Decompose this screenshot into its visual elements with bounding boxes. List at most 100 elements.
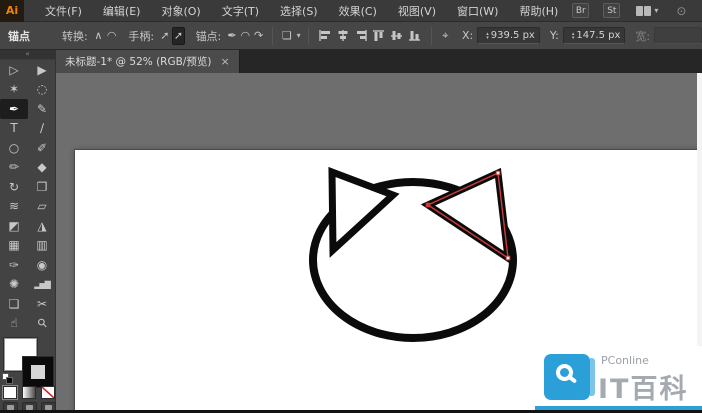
- stepper-icon[interactable]: ▴▾: [572, 32, 575, 40]
- document-tab[interactable]: 未标题-1* @ 52% (RGB/预览) ×: [56, 50, 240, 73]
- document-setup-icon[interactable]: ❏: [281, 27, 292, 45]
- menu-item-8[interactable]: 帮助(H): [519, 3, 558, 19]
- menu-item-0[interactable]: 文件(F): [45, 3, 82, 19]
- menu-item-1[interactable]: 编辑(E): [103, 3, 141, 19]
- workspace-switcher-icon[interactable]: ⊙: [676, 4, 686, 18]
- chevron-down-icon[interactable]: ▾: [654, 6, 658, 15]
- menu-item-2[interactable]: 对象(O): [161, 3, 200, 19]
- anchors-label: 锚点:: [196, 28, 222, 44]
- pencil-tool[interactable]: ✏: [0, 158, 28, 178]
- close-icon[interactable]: ×: [220, 55, 229, 68]
- document-tab-bar: 未标题-1* @ 52% (RGB/预览) ×: [0, 50, 702, 73]
- stroke-color-swatch[interactable]: [23, 357, 53, 387]
- anchor-point-selected[interactable]: [426, 203, 430, 207]
- menu-item-3[interactable]: 文字(T): [222, 3, 259, 19]
- blend-tool[interactable]: ◉: [28, 255, 56, 275]
- lasso-tool[interactable]: ◌: [28, 80, 56, 100]
- align-vertical-bottom-icon[interactable]: [408, 29, 422, 42]
- tools-panel-header[interactable]: «: [0, 50, 55, 60]
- tools-grid: ▷▶✶◌✒ ✎ T ∕ ○ ✐ ✏ ◆ ↻ ❐ ≋ ▱ ◩ ◮ ▦▥✑◉✺ ▂▅▇ ❏ ✂ ☝ ⚲: [0, 60, 55, 333]
- selection-tool[interactable]: ▷: [0, 60, 28, 80]
- gradient-tool[interactable]: ▥: [28, 236, 56, 256]
- cut-path-icon[interactable]: ◠: [240, 27, 251, 45]
- pencil-tool-icon: ✏: [9, 160, 19, 174]
- eyedropper-tool[interactable]: ✑: [0, 255, 28, 275]
- type-tool-icon: T: [10, 121, 17, 135]
- illustrator-window: Ai 文件(F)编辑(E)对象(O)文字(T)选择(S)效果(C)视图(V)窗口…: [0, 0, 702, 413]
- menu-item-7[interactable]: 窗口(W): [457, 3, 498, 19]
- free-transform-tool-icon: ▱: [37, 199, 46, 213]
- context-title: 锚点: [8, 28, 30, 44]
- control-bar: 锚点 转换: ∧ ◠ 手柄: ➚ ➚ 锚点: ✒ ◠ ↷ ❏ ▾ ⌖ X:: [0, 22, 702, 50]
- menu-item-5[interactable]: 效果(C): [339, 3, 377, 19]
- shape-builder-tool-icon: ◩: [8, 219, 19, 233]
- zoom-tool[interactable]: ⚲: [28, 314, 56, 334]
- convert-smooth-icon[interactable]: ◠: [106, 27, 117, 45]
- y-label: Y:: [550, 29, 559, 42]
- x-input[interactable]: ▴▾ 939.5 px: [477, 27, 540, 44]
- direct-selection-tool[interactable]: ▶: [28, 60, 56, 80]
- gradient-button[interactable]: [22, 386, 36, 399]
- pen-tool[interactable]: ✒: [0, 99, 28, 119]
- stepper-icon[interactable]: ▴▾: [486, 32, 489, 40]
- width-tool[interactable]: ≋: [0, 197, 28, 217]
- reference-point-icon[interactable]: ⌖: [440, 27, 451, 45]
- arrange-documents-icon[interactable]: [636, 6, 651, 16]
- scale-tool-icon: ❐: [37, 180, 48, 194]
- align-horizontal-center-icon[interactable]: [336, 29, 350, 42]
- hide-handles-icon[interactable]: ➚: [172, 27, 184, 45]
- style-button[interactable]: St: [603, 3, 620, 18]
- paintbrush-tool[interactable]: ✐: [28, 138, 56, 158]
- symbol-sprayer-tool[interactable]: ✺: [0, 275, 28, 295]
- align-vertical-center-icon[interactable]: [390, 29, 404, 42]
- paintbrush-tool-icon: ✐: [37, 141, 47, 155]
- magic-wand-tool[interactable]: ✶: [0, 80, 28, 100]
- perspective-grid-tool-icon: ◮: [37, 219, 46, 233]
- curvature-tool-icon: ✎: [37, 102, 47, 116]
- hand-tool[interactable]: ☝: [0, 314, 28, 334]
- slice-tool-icon: ✂: [37, 297, 47, 311]
- perspective-grid-tool[interactable]: ◮: [28, 216, 56, 236]
- shape-builder-tool[interactable]: ◩: [0, 216, 28, 236]
- anchor-point[interactable]: [506, 256, 510, 260]
- column-graph-tool-icon: ▂▅▇: [34, 280, 49, 289]
- canvas-area[interactable]: PConline IT百科: [56, 73, 702, 413]
- artboard-tool[interactable]: ❏: [0, 294, 28, 314]
- column-graph-tool[interactable]: ▂▅▇: [28, 275, 56, 295]
- default-fill-stroke-icon[interactable]: [2, 373, 13, 384]
- eraser-tool-icon: ◆: [37, 160, 46, 174]
- scale-tool[interactable]: ❐: [28, 177, 56, 197]
- watermark-brand: PConline: [601, 354, 649, 367]
- mesh-tool[interactable]: ▦: [0, 236, 28, 256]
- rotate-tool[interactable]: ↻: [0, 177, 28, 197]
- align-horizontal-right-icon[interactable]: [354, 29, 368, 42]
- curvature-tool[interactable]: ✎: [28, 99, 56, 119]
- free-transform-tool[interactable]: ▱: [28, 197, 56, 217]
- align-vertical-top-icon[interactable]: [372, 29, 386, 42]
- none-button[interactable]: [41, 386, 55, 399]
- menu-item-4[interactable]: 选择(S): [280, 3, 318, 19]
- x-label: X:: [462, 29, 473, 42]
- connect-path-icon[interactable]: ↷: [253, 27, 264, 45]
- menu-item-6[interactable]: 视图(V): [398, 3, 436, 19]
- show-handles-icon[interactable]: ➚: [159, 27, 170, 45]
- y-input[interactable]: ▴▾ 147.5 px: [563, 27, 626, 44]
- line-segment-tool[interactable]: ∕: [28, 119, 56, 139]
- ellipse-tool[interactable]: ○: [0, 138, 28, 158]
- line-segment-tool-icon: ∕: [40, 121, 44, 135]
- eraser-tool[interactable]: ◆: [28, 158, 56, 178]
- menu-items: 文件(F) 编辑(E) 对象(O) 文字(T) 选择(S) 效果(C) 视图(V) 窗口(W)…: [24, 3, 558, 19]
- zoom-tool-icon: ⚲: [34, 315, 50, 331]
- anchor-point[interactable]: [496, 171, 500, 175]
- bridge-button[interactable]: Br: [572, 3, 589, 18]
- convert-corner-icon[interactable]: ∧: [93, 27, 104, 45]
- color-button[interactable]: [3, 386, 17, 399]
- divider: [272, 27, 273, 45]
- watermark-title: IT百科: [598, 367, 688, 406]
- align-horizontal-left-icon[interactable]: [318, 29, 332, 42]
- hand-tool-icon: ☝: [10, 316, 17, 330]
- chevron-down-icon[interactable]: ▾: [297, 31, 301, 40]
- type-tool[interactable]: T: [0, 119, 28, 139]
- delete-anchor-icon[interactable]: ✒: [226, 27, 237, 45]
- slice-tool[interactable]: ✂: [28, 294, 56, 314]
